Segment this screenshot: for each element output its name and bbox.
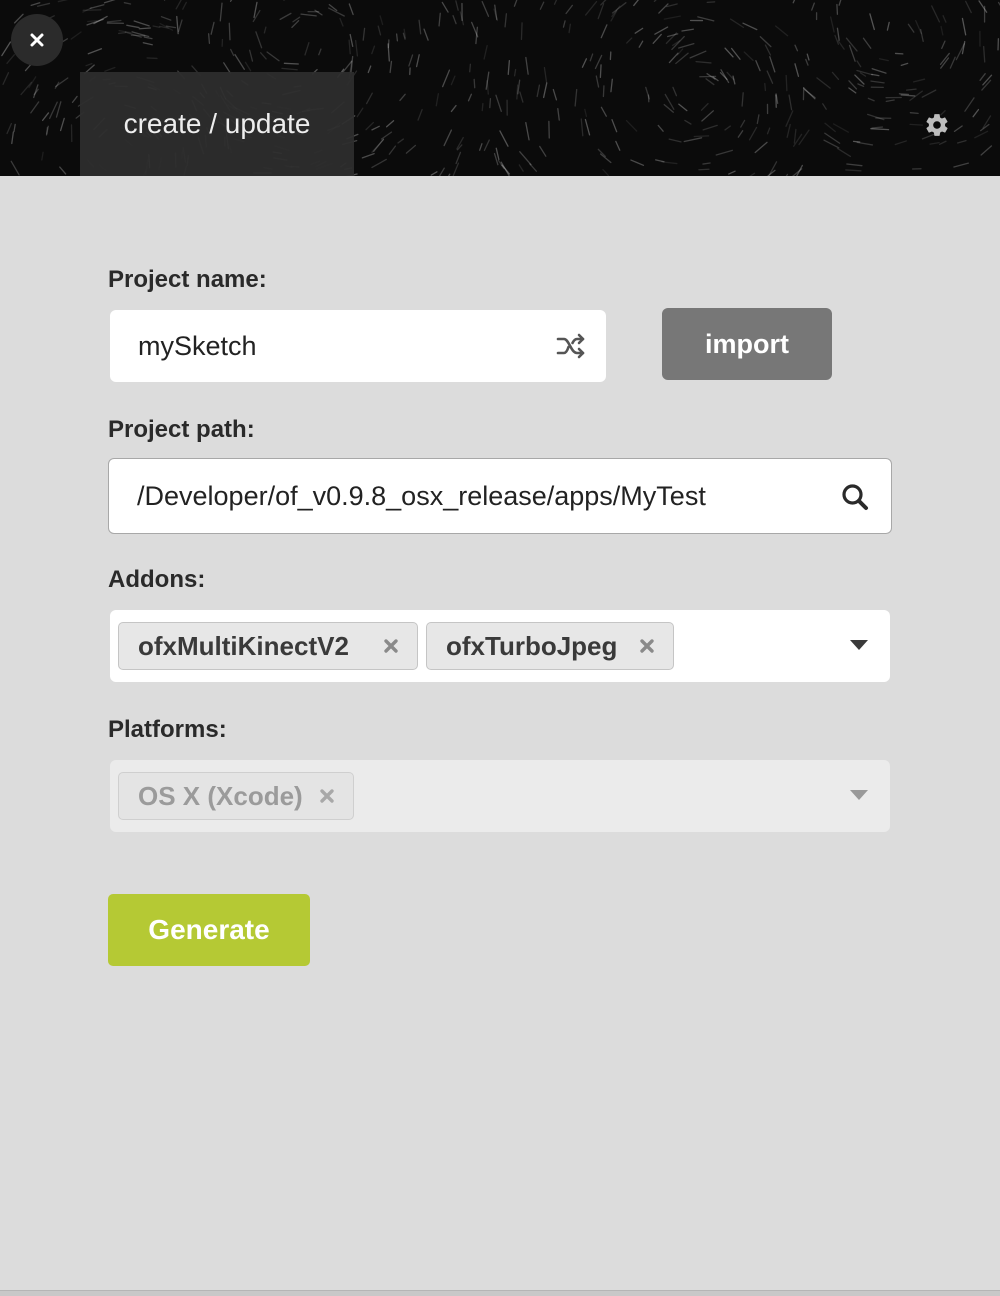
generate-button-label: Generate [148, 914, 270, 945]
shuffle-icon[interactable] [556, 333, 586, 359]
addon-chip: ofxMultiKinectV2 [118, 622, 418, 670]
chevron-down-icon[interactable] [850, 640, 868, 650]
import-button[interactable]: import [662, 308, 832, 380]
tab-create-update[interactable]: create / update [80, 72, 354, 176]
platform-chip-label: OS X (Xcode) [138, 780, 303, 811]
project-path-input[interactable]: /Developer/of_v0.9.8_osx_release/apps/My… [108, 458, 892, 534]
gear-icon [926, 114, 948, 136]
search-icon[interactable] [841, 483, 869, 511]
close-button[interactable] [11, 14, 63, 66]
addons-select[interactable]: ofxMultiKinectV2 ofxTurboJpeg [110, 610, 890, 682]
remove-platform-button[interactable] [319, 773, 335, 819]
project-name-label: Project name: [108, 266, 267, 293]
project-path-value: /Developer/of_v0.9.8_osx_release/apps/My… [137, 480, 706, 511]
project-name-input[interactable]: mySketch [110, 310, 606, 382]
app-header: create / update [0, 0, 1000, 176]
remove-icon [320, 789, 334, 803]
project-path-label: Project path: [108, 416, 255, 443]
remove-addon-button[interactable] [383, 623, 399, 669]
remove-icon [640, 639, 654, 653]
platforms-label: Platforms: [108, 716, 227, 743]
window-bottom-edge [0, 1290, 1000, 1296]
addons-label: Addons: [108, 566, 206, 593]
generate-button[interactable]: Generate [108, 894, 310, 966]
tab-create-update-label: create / update [123, 108, 311, 139]
platform-chip: OS X (Xcode) [118, 772, 354, 820]
remove-icon [384, 639, 398, 653]
addon-chip: ofxTurboJpeg [426, 622, 674, 670]
addon-chip-label: ofxTurboJpeg [446, 630, 618, 661]
project-name-value: mySketch [138, 330, 257, 361]
import-button-label: import [705, 328, 789, 359]
settings-button[interactable] [920, 108, 954, 142]
close-icon [30, 33, 44, 47]
remove-addon-button[interactable] [639, 623, 655, 669]
chevron-down-icon[interactable] [850, 790, 868, 800]
addon-chip-label: ofxMultiKinectV2 [138, 630, 349, 661]
platforms-select[interactable]: OS X (Xcode) [110, 760, 890, 832]
